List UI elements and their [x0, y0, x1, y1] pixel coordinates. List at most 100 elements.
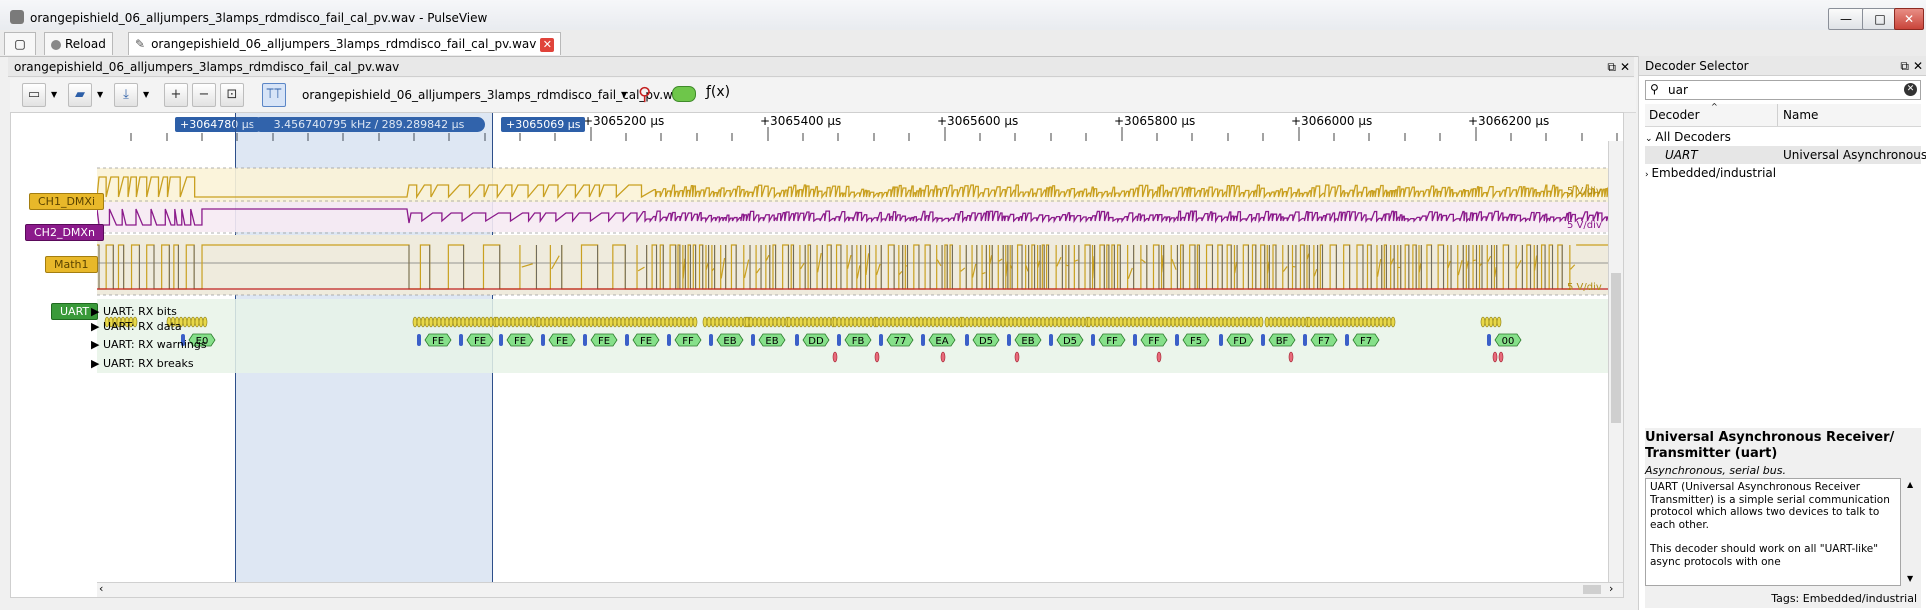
maximize-button[interactable]: □ [1862, 8, 1898, 30]
probe-icon[interactable]: ⚲ [638, 84, 651, 105]
rx-bit-mark [1106, 316, 1112, 328]
rx-bit-mark [968, 316, 974, 328]
clear-search-icon[interactable]: ✕ [1904, 83, 1917, 96]
rx-bit-mark [848, 316, 854, 328]
expand-rx-breaks-icon[interactable]: ▶ [91, 357, 103, 370]
expand-rx-warnings-icon[interactable]: ▶ [91, 338, 103, 351]
device-selector[interactable]: orangepishield_06_alljumpers_3lamps_rdmd… [302, 88, 687, 102]
vertical-scrollbar[interactable] [1608, 141, 1623, 585]
rx-data-title[interactable]: ▶ UART: RX data [91, 320, 182, 333]
float-decoder-dock-icon[interactable]: ⧉ [1900, 56, 1909, 76]
rx-warning-mark [1492, 351, 1498, 363]
save-dropdown-icon[interactable]: ▼ [143, 90, 149, 99]
rx-bit-mark [996, 316, 1002, 328]
zoom-fit-button[interactable]: ⊡ [220, 83, 244, 107]
rx-start-bit-mark [1133, 334, 1137, 346]
rx-bit-mark [840, 316, 846, 328]
sort-up-icon: ^ [1711, 102, 1718, 111]
rx-warnings-title[interactable]: ▶ UART: RX warnings [91, 338, 207, 351]
rx-bit-mark [722, 316, 728, 328]
rx-bit-mark [1076, 316, 1082, 328]
col-decoder-header[interactable]: Decoder [1649, 108, 1700, 122]
rx-bit-mark [194, 316, 200, 328]
rx-data-value: EA [935, 336, 948, 347]
rx-data-value: EB [1021, 336, 1034, 347]
col-name-header[interactable]: Name [1783, 108, 1818, 122]
tree-item-uart[interactable]: UART Universal Asynchronous ... [1645, 146, 1926, 164]
rx-bit-mark [584, 316, 590, 328]
rx-bit-mark [556, 316, 562, 328]
rx-bit-mark [878, 316, 884, 328]
rx-bit-mark [620, 316, 626, 328]
vertical-scroll-thumb[interactable] [1611, 273, 1621, 423]
rx-data-value: FB [852, 336, 865, 347]
rx-bit-mark [644, 316, 650, 328]
ch2-label[interactable]: CH2_DMXn [25, 224, 104, 241]
session-dock-header: orangepishield_06_alljumpers_3lamps_rdmd… [8, 57, 1634, 77]
description-scroll-up-icon[interactable]: ▲ [1907, 480, 1913, 489]
close-decoder-dock-icon[interactable]: ✕ [1913, 56, 1923, 76]
rx-bits-title[interactable]: ▶ UART: RX bits [91, 305, 177, 318]
rx-start-bit-mark [921, 334, 925, 346]
decoder-description[interactable]: UART (Universal Asynchronous Receiver Tr… [1645, 478, 1901, 586]
device-dropdown-icon[interactable]: ▼ [621, 90, 627, 99]
rx-bit-mark [1114, 316, 1120, 328]
zoom-out-button[interactable]: − [192, 83, 216, 107]
expand-rx-data-icon[interactable]: ▶ [91, 320, 103, 333]
trace-view[interactable]: +3065200 µs +3065400 µs +3065600 µs +306… [10, 112, 1624, 598]
rx-breaks-title[interactable]: ▶ UART: RX breaks [91, 357, 194, 370]
rx-bit-mark [798, 316, 804, 328]
tree-item-all-decoders[interactable]: ⌄ All Decoders [1645, 128, 1921, 146]
collapse-icon[interactable]: ⌄ [1645, 134, 1655, 144]
tree-item-embedded[interactable]: › Embedded/industrial [1645, 164, 1921, 182]
new-session-button[interactable]: ▭ [22, 83, 46, 107]
waveform-canvas[interactable]: E0 FE FE FE FE FE FE FF EB EB DD FB 77 EA D5 EB D5 FF FF F5… [97, 141, 1617, 585]
horizontal-scrollbar[interactable]: ‹ › [97, 582, 1623, 597]
horizontal-scroll-thumb[interactable] [1583, 585, 1601, 594]
rx-bit-mark [684, 316, 690, 328]
rx-bit-mark [540, 316, 546, 328]
rx-start-bit-mark [625, 334, 629, 346]
rx-start-bit-mark [1175, 334, 1179, 346]
close-dock-icon[interactable]: ✕ [1620, 57, 1630, 77]
description-scroll-down-icon[interactable]: ▼ [1907, 574, 1913, 583]
open-dropdown-icon[interactable]: ▼ [97, 90, 103, 99]
add-decoder-icon[interactable] [672, 86, 696, 102]
rx-bit-mark [856, 316, 862, 328]
rx-bit-mark [810, 316, 816, 328]
math-label[interactable]: Math1 [45, 256, 98, 273]
minimize-button[interactable]: — [1828, 8, 1864, 30]
rx-bit-mark [1060, 316, 1066, 328]
show-cursors-button[interactable]: ⟙⟙ [262, 83, 286, 107]
math-channel-icon[interactable]: ƒ(x) [706, 84, 730, 100]
rx-data-value: FE [514, 336, 526, 347]
expand-rx-bits-icon[interactable]: ▶ [91, 305, 103, 318]
rx-bit-mark [886, 316, 892, 328]
rx-bit-mark [938, 316, 944, 328]
save-button[interactable]: ⤓ [114, 83, 138, 107]
new-session-tab[interactable]: ▢ [4, 32, 36, 55]
new-dropdown-icon[interactable]: ▼ [51, 90, 57, 99]
rx-bit-mark [1016, 316, 1022, 328]
rx-bit-mark [182, 316, 188, 328]
decoder-search-field[interactable]: ⚲ uar ✕ [1645, 80, 1921, 100]
ruler-tick-label: +3065200 µs [583, 114, 665, 128]
scroll-left-icon[interactable]: ‹ [99, 582, 103, 595]
rx-bit-mark [1296, 316, 1302, 328]
cursor-right-flag[interactable]: +3065069 µs [501, 117, 586, 132]
float-dock-icon[interactable]: ⧉ [1607, 57, 1616, 77]
rx-warning-mark [1288, 351, 1294, 363]
rx-bit-mark [748, 316, 754, 328]
ch1-label[interactable]: CH1_DMXi [29, 193, 105, 210]
close-window-button[interactable]: ✕ [1894, 8, 1924, 30]
reload-button[interactable]: Reload [44, 32, 113, 55]
tab-bar: ▢ Reload ✎ orangepishield_06_alljumpers_3… [0, 30, 1926, 57]
rx-start-bit-mark [879, 334, 883, 346]
scroll-right-icon[interactable]: › [1609, 582, 1613, 595]
open-button[interactable]: ▰ [68, 83, 92, 107]
close-tab-icon[interactable]: ✕ [540, 37, 555, 52]
decoder-search-input[interactable]: uar [1668, 83, 1688, 97]
zoom-in-button[interactable]: + [164, 83, 188, 107]
tab-session[interactable]: ✎ orangepishield_06_alljumpers_3lamps_rdm… [128, 32, 562, 55]
rx-bit-mark [718, 316, 724, 328]
